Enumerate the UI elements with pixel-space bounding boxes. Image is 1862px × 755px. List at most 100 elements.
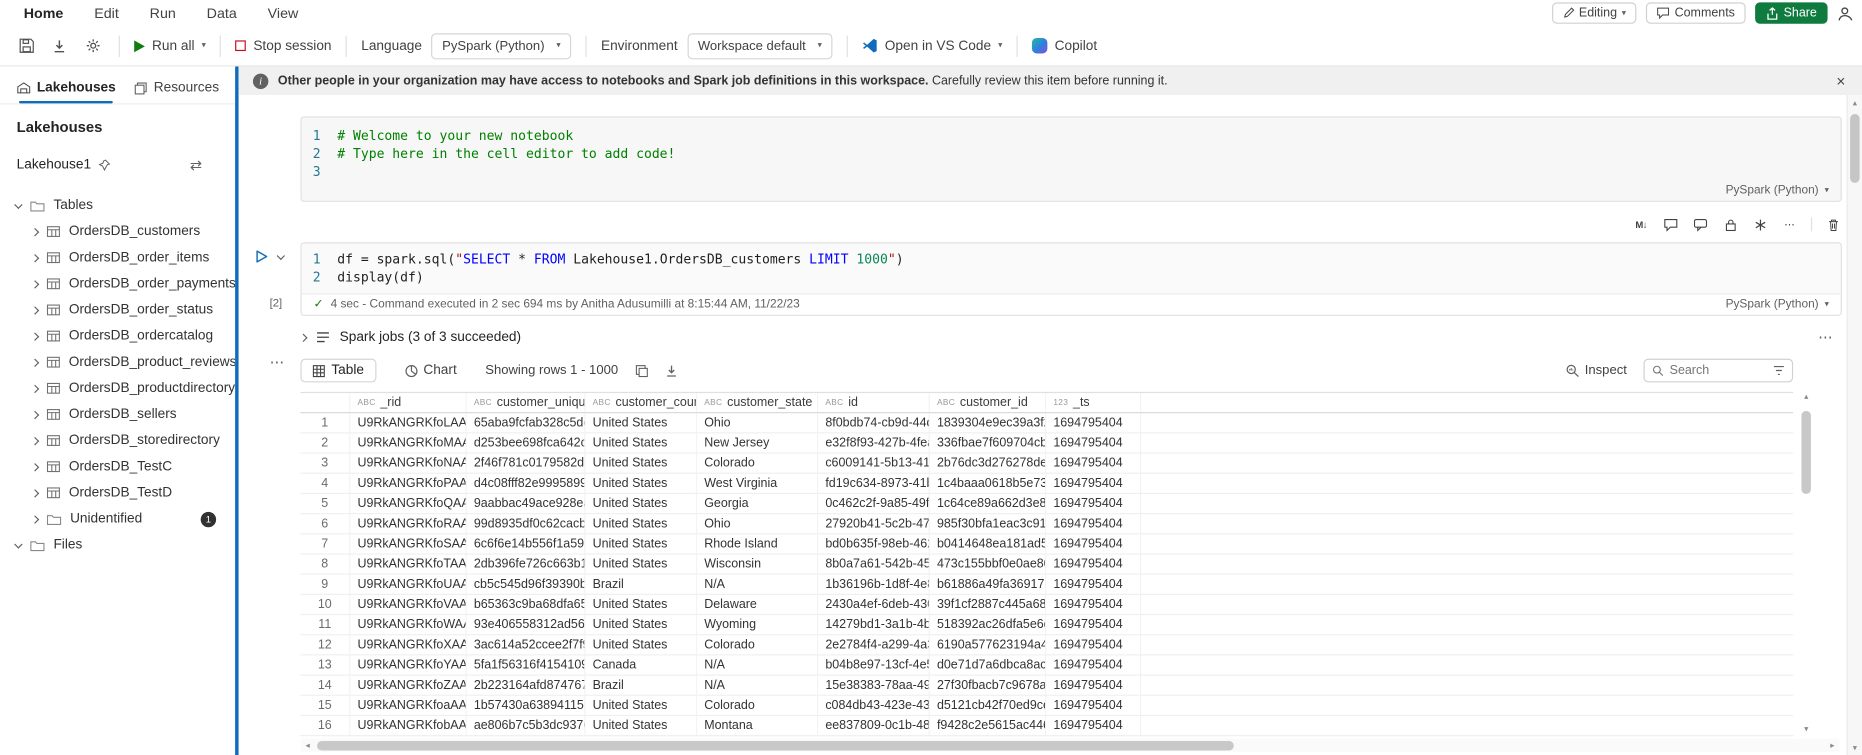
- table-row[interactable]: 13U9RkANGRKfoYAAAA...5fa1f56316f4154109c…: [300, 655, 1794, 676]
- table-scrollbar-thumb[interactable]: [1801, 410, 1811, 494]
- chevron-right-icon[interactable]: [30, 488, 40, 498]
- freeze-cell-icon[interactable]: [1752, 216, 1769, 233]
- column-header-customer_country[interactable]: ABC customer_country: [585, 393, 698, 413]
- chevron-right-icon[interactable]: [30, 357, 40, 367]
- tab-chart[interactable]: Chart: [392, 359, 468, 383]
- chevron-right-icon[interactable]: [299, 333, 308, 342]
- settings-gear-icon[interactable]: [81, 33, 105, 59]
- table-row[interactable]: 16U9RkANGRKfobAAAA...ae806b7c5b3dc9376..…: [300, 716, 1794, 737]
- chevron-right-icon[interactable]: [30, 253, 40, 262]
- chevron-right-icon[interactable]: [30, 436, 40, 445]
- chevron-right-icon[interactable]: [30, 514, 40, 524]
- column-header-customer_id[interactable]: ABC customer_id: [930, 393, 1047, 413]
- comments-button[interactable]: Comments: [1646, 2, 1746, 24]
- language-select[interactable]: PySpark (Python) ▾: [431, 32, 572, 59]
- copilot-button[interactable]: Copilot: [1032, 38, 1097, 54]
- share-button[interactable]: Share: [1755, 2, 1828, 24]
- scroll-left-icon[interactable]: ◂: [300, 740, 314, 750]
- table-row[interactable]: 15U9RkANGRKfoaAAAA...1b57430a63894115b..…: [300, 695, 1794, 717]
- code-cell-1[interactable]: 1 # Welcome to your new notebook 2 # Typ…: [300, 116, 1842, 202]
- column-header-_rid[interactable]: ABC _rid: [350, 393, 467, 413]
- sidebar-table-item[interactable]: OrdersDB_sellers: [0, 401, 235, 427]
- code-line[interactable]: 1 # Welcome to your new notebook: [302, 127, 1841, 145]
- output-options-icon[interactable]: ⋯: [270, 354, 284, 371]
- chevron-right-icon[interactable]: [30, 279, 40, 289]
- run-all-button[interactable]: Run all ▾: [134, 39, 206, 53]
- chevron-right-icon[interactable]: [30, 410, 40, 419]
- tab-resources[interactable]: Resources: [135, 81, 219, 104]
- table-row[interactable]: 3U9RkANGRKfoNAAA...2f46f781c0179582d9...…: [300, 453, 1794, 474]
- sidebar-table-item[interactable]: OrdersDB_TestD: [0, 480, 235, 506]
- lock-cell-icon[interactable]: [1722, 216, 1739, 233]
- search-input[interactable]: [1669, 363, 1767, 378]
- chevron-right-icon[interactable]: [30, 462, 40, 471]
- chevron-down-icon[interactable]: [14, 200, 23, 209]
- chevron-right-icon[interactable]: [30, 305, 40, 315]
- open-vscode-button[interactable]: Open in VS Code ▾: [862, 38, 1002, 53]
- cell-kernel-selector[interactable]: PySpark (Python) ▾: [1726, 298, 1829, 311]
- chat-icon[interactable]: [1692, 216, 1709, 233]
- sidebar-table-item[interactable]: OrdersDB_productdirectory: [0, 375, 235, 401]
- table-row[interactable]: 1U9RkANGRKfoLAAAA...65aba9fcfab328c5dcc.…: [300, 413, 1794, 434]
- convert-to-markdown-icon[interactable]: M↓: [1633, 216, 1650, 233]
- spark-jobs-label[interactable]: Spark jobs (3 of 3 succeeded): [340, 330, 521, 344]
- table-row[interactable]: 2U9RkANGRKfoMAAA...d253bee698fca642cc...…: [300, 433, 1794, 454]
- stop-session-button[interactable]: Stop session: [235, 39, 332, 53]
- code-line[interactable]: 2 # Type here in the cell editor to add …: [302, 145, 1841, 163]
- delete-cell-icon[interactable]: [1825, 216, 1842, 233]
- menu-data[interactable]: Data: [207, 5, 237, 22]
- lakehouse-root-item[interactable]: Lakehouse1 ⇄: [0, 147, 235, 183]
- menu-run[interactable]: Run: [150, 5, 176, 22]
- sidebar-table-item[interactable]: OrdersDB_customers: [0, 219, 235, 245]
- table-row[interactable]: 11U9RkANGRKfoWAAA...93e406558312ad56e...…: [300, 615, 1794, 636]
- horizontal-scrollbar-thumb[interactable]: [317, 740, 1234, 750]
- table-vertical-scrollbar[interactable]: ▴ ▾: [1800, 392, 1812, 734]
- close-banner-icon[interactable]: ×: [1836, 72, 1845, 90]
- more-options-icon[interactable]: ⋯: [1818, 329, 1832, 346]
- account-avatar-icon[interactable]: [1837, 5, 1853, 20]
- scroll-down-icon[interactable]: ▾: [1800, 724, 1812, 734]
- files-folder-row[interactable]: Files: [0, 532, 235, 558]
- menu-edit[interactable]: Edit: [94, 5, 119, 22]
- download-results-icon[interactable]: [664, 364, 677, 377]
- code-editor[interactable]: 1 # Welcome to your new notebook 2 # Typ…: [302, 127, 1841, 180]
- unidentified-folder-row[interactable]: Unidentified 1: [0, 506, 235, 532]
- column-header-_ts[interactable]: 123 _ts: [1046, 393, 1142, 413]
- table-row[interactable]: 6U9RkANGRKfoRAAAA...99d8935df0c62cacb1..…: [300, 514, 1794, 535]
- menu-home[interactable]: Home: [24, 5, 64, 22]
- chevron-right-icon[interactable]: [30, 227, 40, 236]
- export-icon[interactable]: [48, 33, 72, 59]
- scroll-up-icon[interactable]: ▴: [1848, 95, 1862, 108]
- chevron-right-icon[interactable]: [30, 384, 40, 393]
- chevron-down-icon[interactable]: [276, 251, 286, 260]
- environment-select[interactable]: Workspace default ▾: [687, 32, 833, 59]
- table-row[interactable]: 9U9RkANGRKfoUAAA...cb5c545d96f39390b7...…: [300, 574, 1794, 595]
- sidebar-table-item[interactable]: OrdersDB_order_items: [0, 245, 235, 271]
- results-search-box[interactable]: [1643, 358, 1794, 383]
- scroll-up-icon[interactable]: ▴: [1800, 392, 1812, 401]
- switch-lakehouse-icon[interactable]: ⇄: [190, 157, 202, 174]
- column-header-id[interactable]: ABC id: [818, 393, 930, 413]
- menu-view[interactable]: View: [268, 5, 299, 22]
- cell-kernel-selector[interactable]: PySpark (Python) ▾: [1726, 184, 1829, 197]
- horizontal-scrollbar[interactable]: ◂ ▸: [300, 738, 1840, 752]
- table-row[interactable]: 14U9RkANGRKfoZAAAA...2b223164afd874767e.…: [300, 675, 1794, 696]
- chevron-right-icon[interactable]: [30, 331, 40, 341]
- run-cell-icon[interactable]: [254, 249, 268, 263]
- sidebar-table-item[interactable]: OrdersDB_storedirectory: [0, 428, 235, 454]
- sidebar-table-item[interactable]: OrdersDB_TestC: [0, 454, 235, 480]
- editing-mode-button[interactable]: Editing ▾: [1551, 2, 1637, 24]
- tab-table[interactable]: Table: [300, 358, 376, 383]
- chevron-down-icon[interactable]: ▾: [998, 42, 1002, 50]
- scroll-down-icon[interactable]: ▾: [1848, 740, 1862, 753]
- chevron-down-icon[interactable]: ▾: [202, 42, 206, 50]
- table-row[interactable]: 8U9RkANGRKfoTAAAA...2db396fe726c663b1c..…: [300, 554, 1794, 575]
- pin-icon[interactable]: [98, 159, 111, 171]
- code-line[interactable]: 1 df = spark.sql("SELECT * FROM Lakehouse…: [302, 251, 1841, 269]
- scroll-right-icon[interactable]: ▸: [1825, 740, 1839, 750]
- chevron-down-icon[interactable]: [14, 539, 23, 549]
- sidebar-table-item[interactable]: OrdersDB_ordercatalog: [0, 323, 235, 349]
- sidebar-table-item[interactable]: OrdersDB_product_reviews: [0, 349, 235, 375]
- save-icon[interactable]: [14, 33, 38, 59]
- filter-icon[interactable]: [1773, 365, 1785, 377]
